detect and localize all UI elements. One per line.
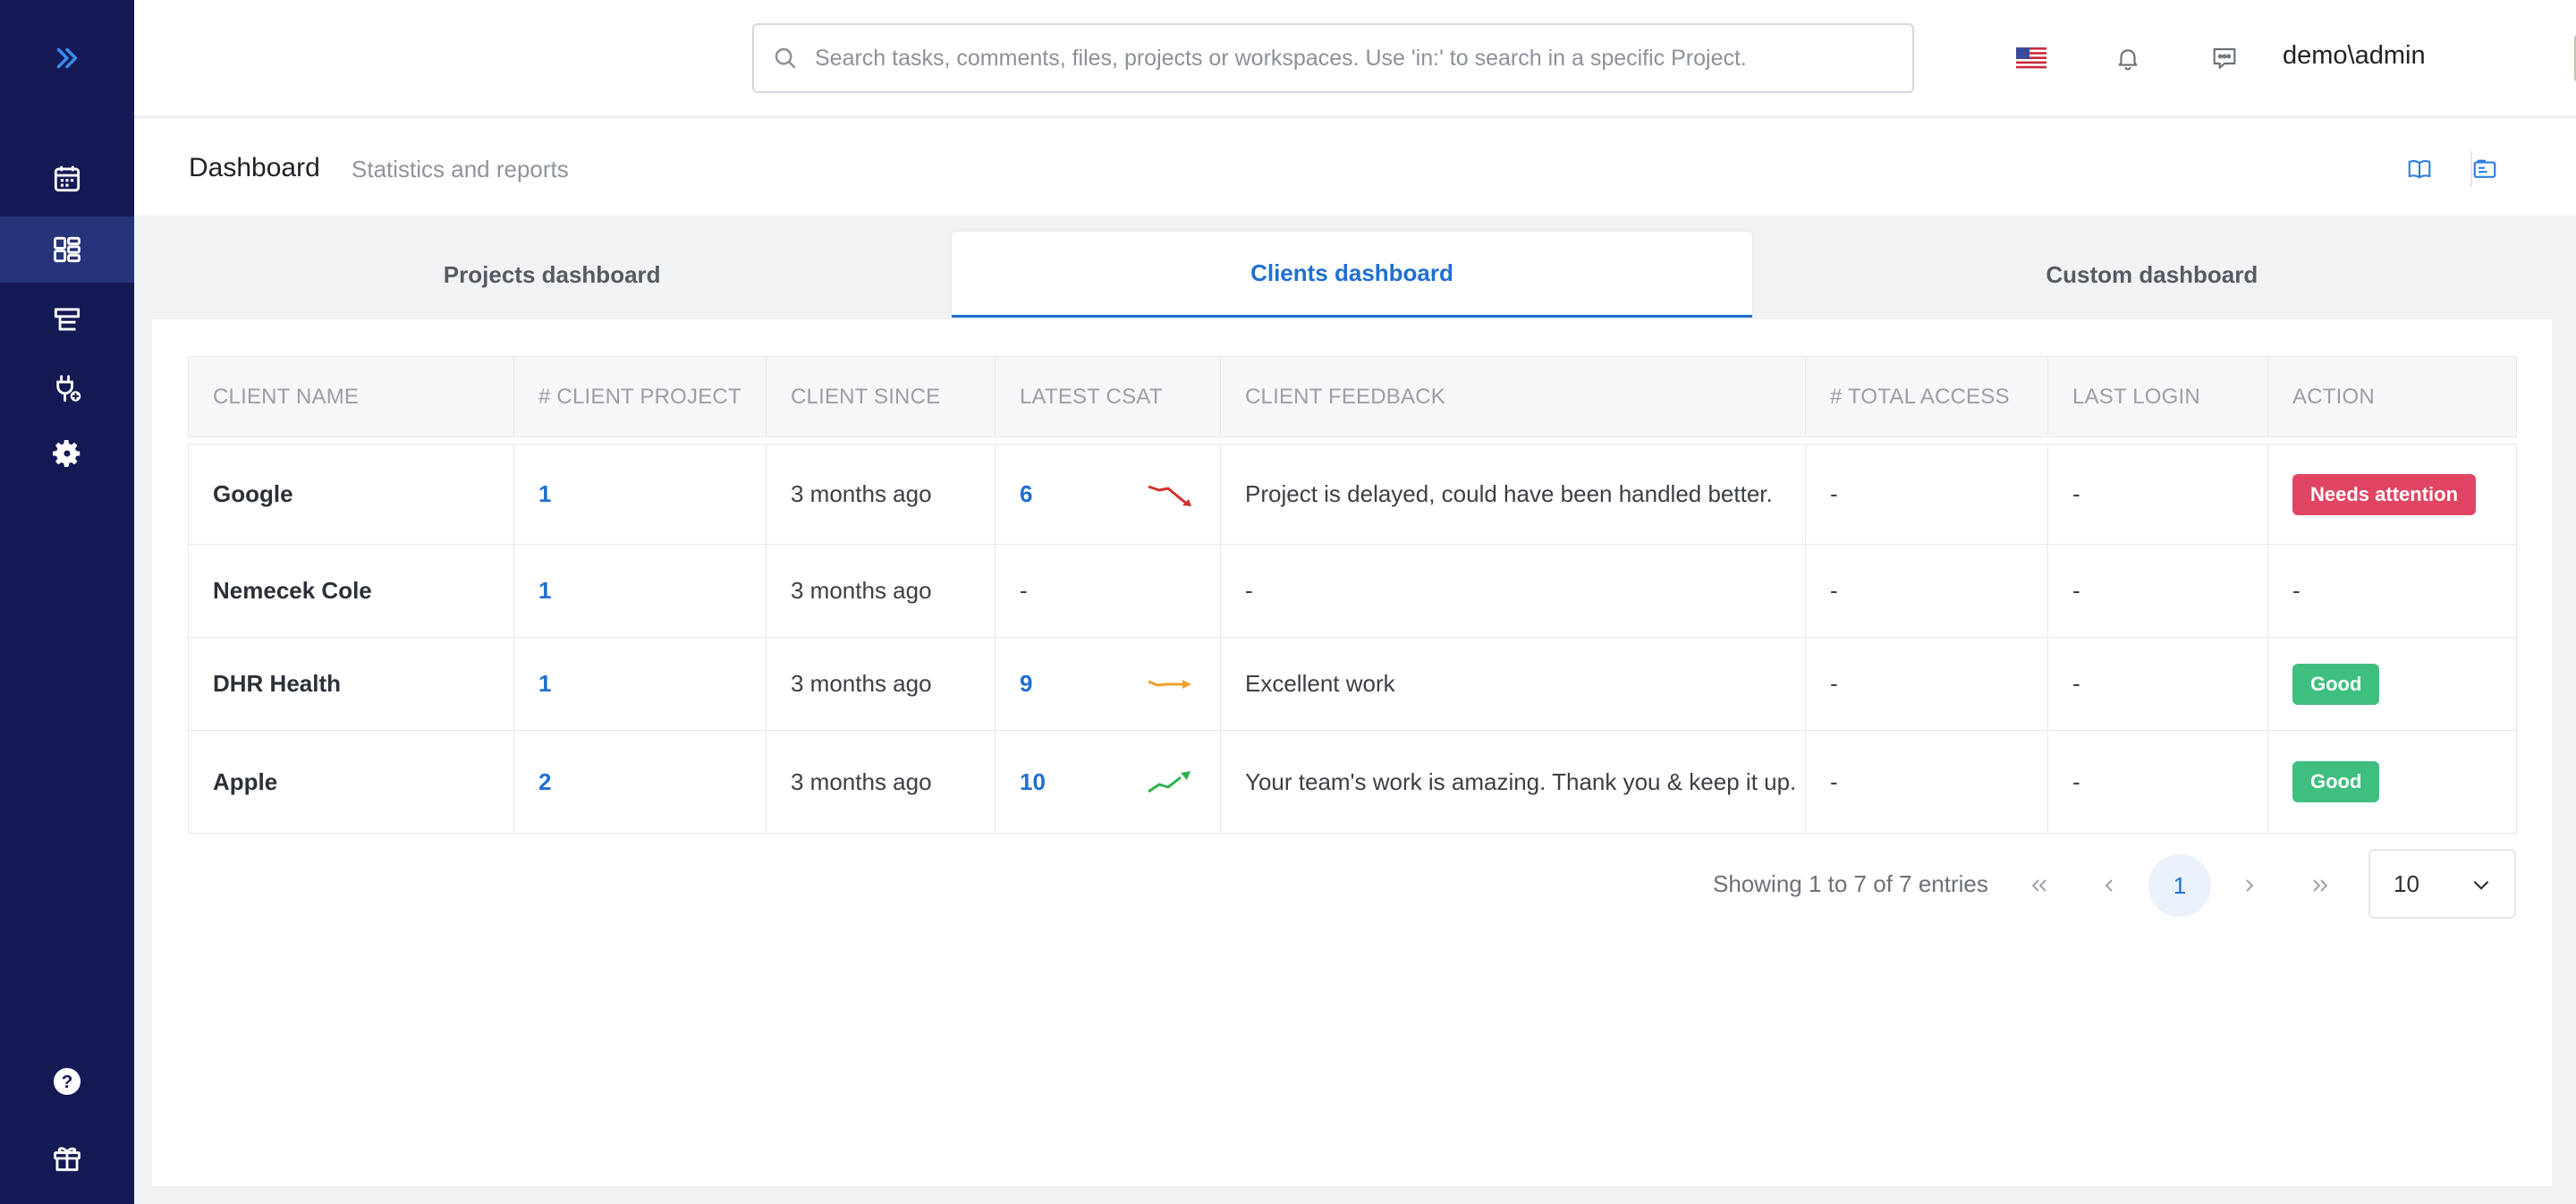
page-title-bar: Dashboard Statistics and reports [134,119,2576,216]
client-project-count[interactable]: 1 [513,544,767,638]
chevron-down-icon [2473,880,2489,890]
latest-csat: 10 [995,730,1221,834]
col-latest-csat[interactable]: LATEST CSAT [995,356,1221,437]
search-input[interactable] [815,45,1912,72]
client-since: 3 months ago [766,444,996,545]
csat-score[interactable]: 10 [1020,768,1046,796]
client-project-count[interactable]: 2 [513,730,767,834]
report-card-icon[interactable] [2467,151,2503,187]
latest-csat: 9 [995,637,1221,731]
client-since: 3 months ago [766,544,996,638]
last-login: - [2047,444,2268,545]
trend-up-icon [1148,771,1191,793]
gift-icon[interactable] [0,1125,134,1191]
page-size-value: 10 [2394,869,2419,897]
search-icon [775,47,796,69]
plugin-add-icon[interactable] [0,356,134,422]
col-action: ACTION [2267,356,2517,437]
trend-flat-icon [1148,679,1191,689]
dashboard-tabs: Projects dashboard Clients dashboard Cus… [152,232,2552,319]
us-flag-icon[interactable] [2011,38,2052,79]
table-row: Apple 2 3 months ago 10 Your team's work… [188,730,2517,834]
sidebar: ? [0,0,134,1204]
client-feedback: Your team's work is amazing. Thank you &… [1220,730,1806,834]
svg-text:?: ? [62,1072,73,1092]
last-login: - [2047,730,2268,834]
latest-csat: 6 [995,444,1221,545]
client-name: DHR Health [188,637,514,731]
total-access: - [1805,444,2048,545]
csat-score[interactable]: 6 [1020,480,1032,508]
pagination-summary: Showing 1 to 7 of 7 entries [1713,870,1988,897]
tab-custom-dashboard[interactable]: Custom dashboard [1752,232,2552,318]
client-name: Google [188,444,514,545]
page-size-select[interactable]: 10 [2368,849,2516,919]
action-cell: - [2267,544,2517,638]
tab-clients-dashboard[interactable]: Clients dashboard [952,232,1752,318]
action-cell: Good [2267,637,2517,731]
status-badge[interactable]: Good [2292,761,2380,802]
notification-bell-icon[interactable] [2107,38,2148,79]
user-name[interactable]: demo\admin [2283,41,2426,71]
last-login: - [2047,637,2268,731]
client-since: 3 months ago [766,730,996,834]
action-cell: Good [2267,730,2517,834]
action-cell: Needs attention [2267,444,2517,545]
header-gap [188,437,2517,445]
page-number-button[interactable]: 1 [2148,854,2211,917]
page-subtitle: Statistics and reports [352,156,569,182]
help-icon[interactable]: ? [0,1048,134,1115]
table-row: Nemecek Cole 1 3 months ago - - - - - [188,544,2517,638]
col-client-name[interactable]: CLIENT NAME [188,356,514,437]
expand-sidebar-icon[interactable] [0,25,134,91]
top-header: demo\admin [134,0,2576,117]
client-name: Apple [188,730,514,834]
client-name: Nemecek Cole [188,544,514,638]
client-project-count[interactable]: 1 [513,637,767,731]
total-access: - [1805,730,2048,834]
clients-table: CLIENT NAME # CLIENT PROJECT CLIENT SINC… [188,356,2517,834]
previous-page-button[interactable] [2078,854,2140,917]
total-access: - [1805,637,2048,731]
client-feedback: Excellent work [1220,637,1806,731]
client-feedback: - [1220,544,1806,638]
col-client-project[interactable]: # CLIENT PROJECT [513,356,767,437]
first-page-button[interactable] [2008,854,2071,917]
next-page-button[interactable] [2218,854,2281,917]
col-client-since[interactable]: CLIENT SINCE [766,356,996,437]
clients-dashboard-card: Projects dashboard Clients dashboard Cus… [152,232,2552,1186]
projects-icon[interactable] [0,286,134,352]
client-since: 3 months ago [766,637,996,731]
status-badge[interactable]: Needs attention [2292,473,2477,515]
last-page-button[interactable] [2289,854,2351,917]
table-row: Google 1 3 months ago 6 Project is delay… [188,444,2517,545]
book-icon[interactable] [2402,151,2437,187]
tab-projects-dashboard[interactable]: Projects dashboard [152,232,952,318]
col-total-access[interactable]: # TOTAL ACCESS [1805,356,2048,437]
total-access: - [1805,544,2048,638]
status-badge[interactable]: Good [2292,663,2380,705]
col-client-feedback[interactable]: CLIENT FEEDBACK [1220,356,1806,437]
col-last-login[interactable]: LAST LOGIN [2047,356,2268,437]
calendar-icon[interactable] [0,146,134,212]
dashboard-icon[interactable] [0,216,134,283]
global-search[interactable] [752,23,1914,93]
page-title: Dashboard [189,153,320,182]
chat-icon[interactable] [2204,38,2245,79]
client-feedback: Project is delayed, could have been hand… [1220,444,1806,545]
last-login: - [2047,544,2268,638]
trend-down-icon [1148,485,1191,506]
client-project-count[interactable]: 1 [513,444,767,545]
table-row: DHR Health 1 3 months ago 9 Excellent wo… [188,637,2517,731]
settings-gear-icon[interactable] [0,420,134,487]
csat-score[interactable]: 9 [1020,670,1032,698]
latest-csat: - [995,544,1221,638]
table-header-row: CLIENT NAME # CLIENT PROJECT CLIENT SINC… [188,356,2517,437]
